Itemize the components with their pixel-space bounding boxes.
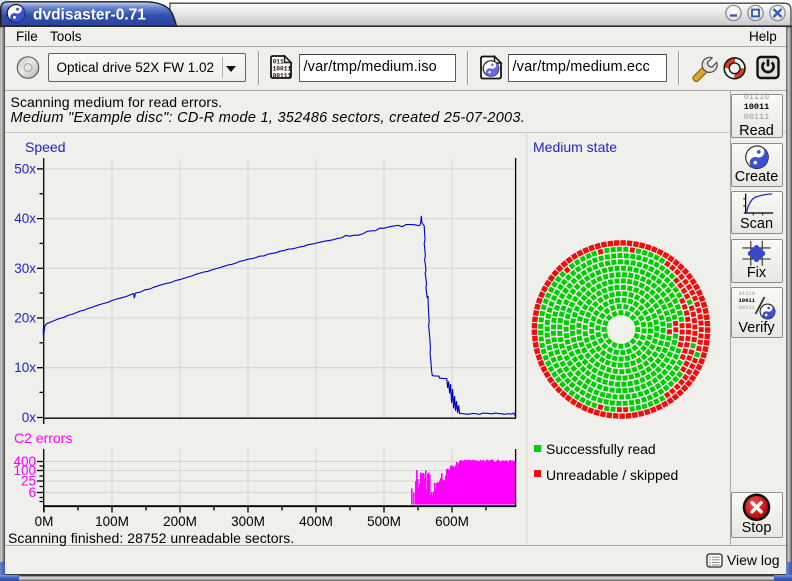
svg-text:10x: 10x	[14, 360, 36, 375]
svg-text:30x: 30x	[14, 261, 36, 276]
svg-text:50x: 50x	[14, 161, 36, 176]
svg-text:6: 6	[28, 485, 36, 500]
svg-text:300M: 300M	[231, 514, 265, 529]
svg-text:600M: 600M	[435, 514, 469, 529]
svg-text:40x: 40x	[14, 211, 36, 226]
svg-text:200M: 200M	[163, 514, 197, 529]
svg-text:0M: 0M	[35, 514, 54, 529]
svg-text:0x: 0x	[22, 410, 37, 425]
svg-text:20x: 20x	[14, 311, 36, 326]
svg-text:400M: 400M	[299, 514, 333, 529]
svg-text:500M: 500M	[367, 514, 401, 529]
svg-text:100M: 100M	[95, 514, 129, 529]
